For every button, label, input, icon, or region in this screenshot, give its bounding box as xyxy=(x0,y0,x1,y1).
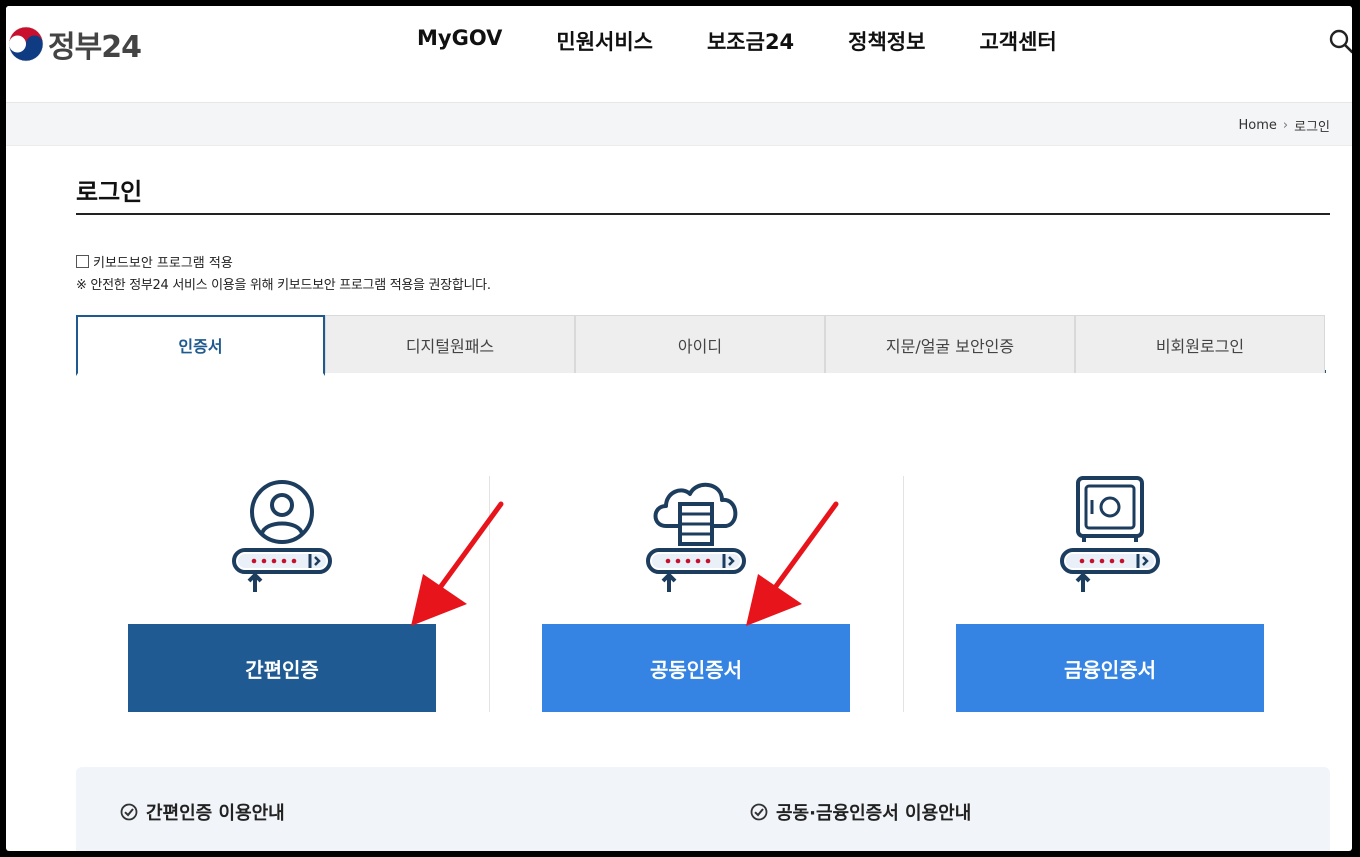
keyboard-security-note: ※ 안전한 정부24 서비스 이용을 위해 키보드보안 프로그램 적용을 권장합… xyxy=(76,278,491,293)
keyboard-security-label: 키보드보안 프로그램 적용 xyxy=(93,256,233,271)
breadcrumb-home[interactable]: Home xyxy=(1239,118,1277,133)
safe-password-icon xyxy=(1060,476,1160,592)
browser-page: 정부24 MyGOV 민원서비스 보조금24 정책정보 고객센터 Home › … xyxy=(6,6,1352,851)
breadcrumb-bar: Home › 로그인 xyxy=(6,102,1352,146)
nav-civil-service[interactable]: 민원서비스 xyxy=(529,26,680,56)
tab-non-member[interactable]: 비회원로그인 xyxy=(1075,315,1325,373)
site-header: 정부24 MyGOV 민원서비스 보조금24 정책정보 고객센터 xyxy=(6,6,1352,102)
keyboard-security-option[interactable]: 키보드보안 프로그램 적용 xyxy=(76,252,233,271)
breadcrumb: Home › 로그인 xyxy=(1239,116,1330,135)
simple-auth-guide-link[interactable]: 간편인증 이용안내 xyxy=(120,799,285,825)
tab-digital-onepass[interactable]: 디지털원패스 xyxy=(325,315,575,373)
keyboard-security-checkbox[interactable] xyxy=(76,255,89,268)
nav-customer-center[interactable]: 고객센터 xyxy=(952,26,1083,56)
certificate-guide-label: 공동·금융인증서 이용안내 xyxy=(776,803,972,824)
nav-subsidy24[interactable]: 보조금24 xyxy=(680,26,821,56)
cloud-server-password-icon xyxy=(646,483,746,592)
simple-auth-option: 간편인증 xyxy=(128,474,436,714)
login-method-tabs: 인증서 디지털원패스 아이디 지문/얼굴 보안인증 비회원로그인 xyxy=(76,315,1326,376)
page-title: 로그인 xyxy=(76,178,143,206)
usage-guide-box: 간편인증 이용안내 공동·금융인증서 이용안내 xyxy=(76,767,1330,851)
simple-auth-button[interactable]: 간편인증 xyxy=(128,624,436,712)
simple-auth-guide-label: 간편인증 이용안내 xyxy=(146,803,285,824)
tab-certificate[interactable]: 인증서 xyxy=(76,315,325,376)
tab-id[interactable]: 아이디 xyxy=(575,315,825,373)
joint-certificate-option: 공동인증서 xyxy=(542,474,850,714)
site-logo[interactable]: 정부24 xyxy=(8,22,142,66)
check-circle-icon xyxy=(120,803,138,821)
nav-mygov[interactable]: MyGOV xyxy=(390,26,529,56)
financial-certificate-button[interactable]: 금융인증서 xyxy=(956,624,1264,712)
taegeuk-logo-icon xyxy=(8,26,44,62)
main-navigation: MyGOV 민원서비스 보조금24 정책정보 고객센터 xyxy=(390,26,1084,56)
tab-biometric[interactable]: 지문/얼굴 보안인증 xyxy=(825,315,1075,373)
breadcrumb-current: 로그인 xyxy=(1294,120,1330,135)
financial-certificate-option: 금융인증서 xyxy=(956,474,1264,714)
check-circle-icon xyxy=(750,803,768,821)
person-password-icon xyxy=(232,480,332,592)
chevron-right-icon: › xyxy=(1282,118,1289,133)
certificate-guide-link[interactable]: 공동·금융인증서 이용안내 xyxy=(750,799,971,825)
search-icon[interactable] xyxy=(1328,28,1352,54)
title-divider xyxy=(76,213,1330,215)
nav-policy-info[interactable]: 정책정보 xyxy=(821,26,952,56)
logo-text: 정부24 xyxy=(48,30,142,65)
option-divider xyxy=(489,476,490,712)
joint-certificate-button[interactable]: 공동인증서 xyxy=(542,624,850,712)
option-divider xyxy=(903,476,904,712)
